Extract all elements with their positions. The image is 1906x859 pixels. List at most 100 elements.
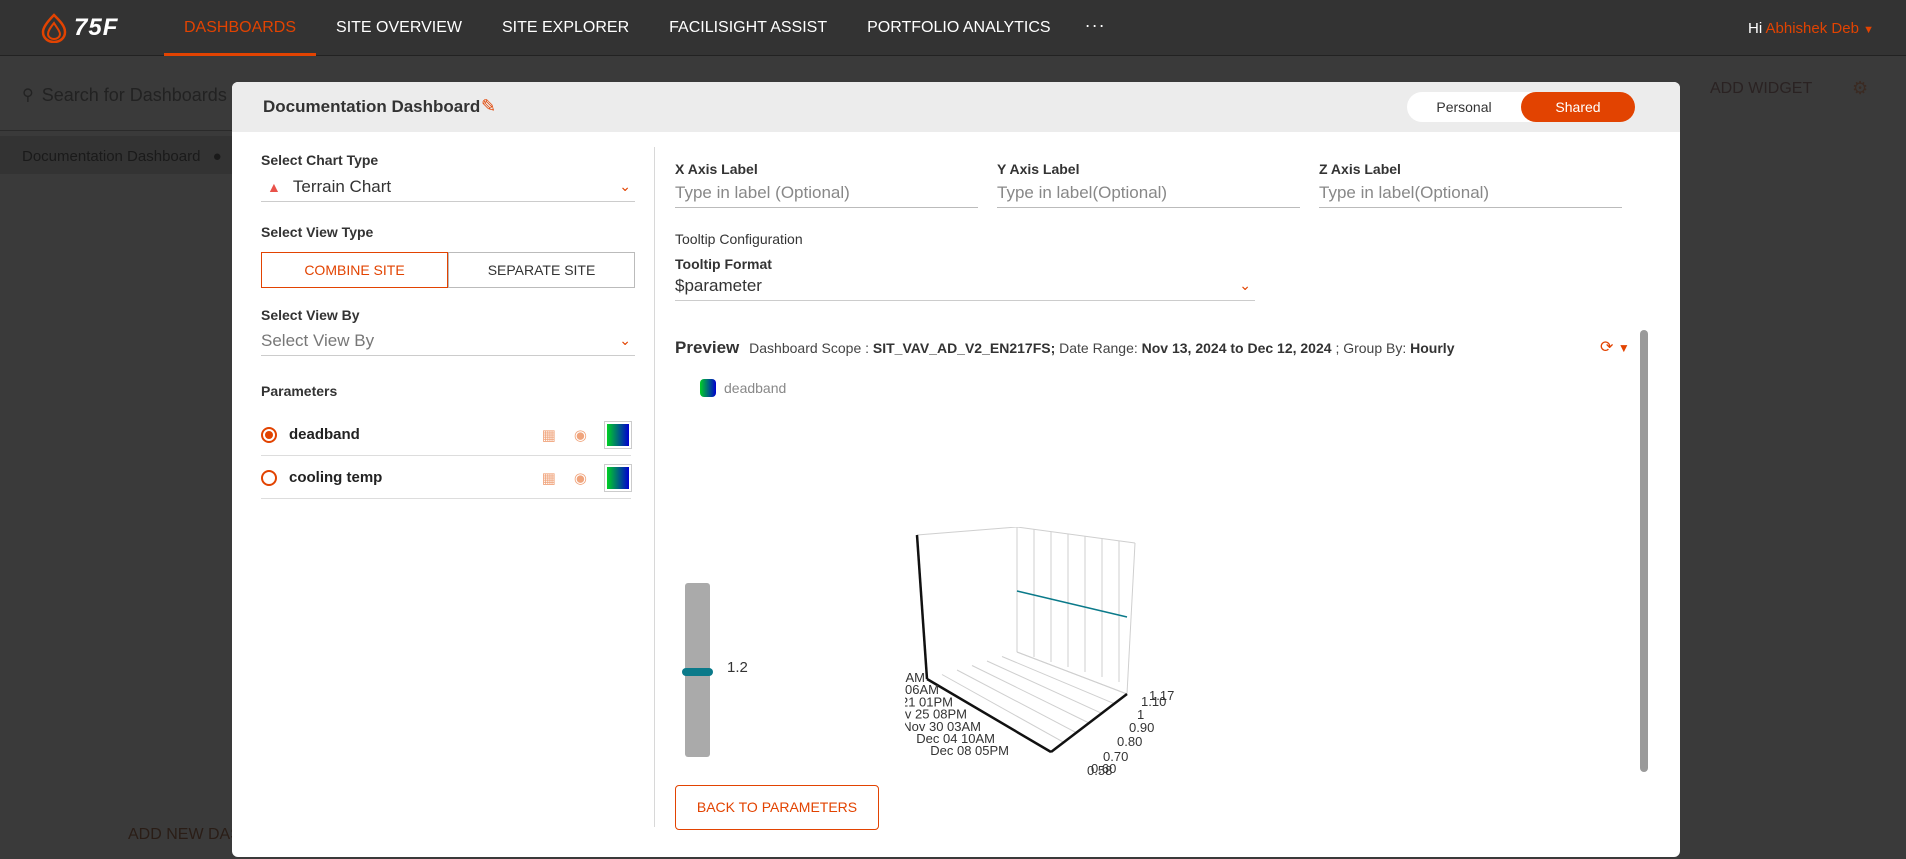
chart-type-select[interactable]: ▲ Terrain Chart ⌄ — [261, 172, 635, 202]
color-swatch[interactable] — [605, 421, 631, 448]
user-icon: ● — [212, 148, 222, 165]
terrain-chart: Nov 13 12AMNov 17 06AMNov 21 01PMNov 25 … — [905, 527, 1174, 778]
refresh-icon[interactable]: ⟳ ▼ — [1600, 337, 1630, 357]
add-widget-button[interactable]: ADD WIDGET — [1710, 80, 1812, 98]
preview-summary: Preview Dashboard Scope : SIT_VAV_AD_V2_… — [675, 338, 1454, 358]
search-icon: ⚲ — [22, 87, 34, 104]
greeting-text: Hi — [1748, 20, 1763, 37]
range-label: Date Range: — [1059, 340, 1138, 356]
y-axis-label: Y Axis Label — [997, 161, 1080, 177]
edit-widget-modal: Documentation Dashboard ✎ Personal Share… — [232, 82, 1680, 857]
slider-value: 1.2 — [727, 659, 748, 676]
wall-edge — [1126, 542, 1136, 695]
x-axis-placeholder: Type in label (Optional) — [675, 182, 850, 202]
chart-type-value: Terrain Chart — [292, 176, 392, 196]
user-name: Abhishek Deb — [1765, 20, 1859, 37]
chart-type-label: Select Chart Type — [261, 152, 379, 168]
modal-header: Documentation Dashboard ✎ Personal Share… — [232, 82, 1680, 132]
parameter-radio[interactable] — [261, 426, 277, 443]
x-axis-input[interactable]: Type in label (Optional) — [675, 178, 978, 208]
floor-gridline — [986, 660, 1102, 714]
preview-title: Preview — [675, 338, 740, 357]
chevron-down-icon: ▼ — [1863, 24, 1874, 36]
calculator-icon[interactable]: ▦ — [542, 469, 556, 487]
range-separator: ; — [1335, 340, 1340, 356]
calculator-icon[interactable]: ▦ — [542, 426, 556, 444]
chart-legend[interactable]: deadband — [700, 379, 786, 397]
user-menu[interactable]: Hi Abhishek Deb ▼ — [1748, 0, 1874, 56]
z-axis-label: Z Axis Label — [1319, 161, 1401, 177]
z-slider[interactable] — [682, 583, 713, 757]
z-axis-input[interactable]: Type in label(Optional) — [1319, 178, 1622, 208]
pencil-edit-icon[interactable]: ✎ — [481, 96, 496, 117]
view-type-segmented: COMBINE SITE SEPARATE SITE — [261, 252, 635, 288]
y-axis-input[interactable]: Type in label(Optional) — [997, 178, 1300, 208]
y-tick-label: 0.70 — [1103, 749, 1128, 764]
toggle-personal[interactable]: Personal — [1407, 92, 1521, 122]
group-value: Hourly — [1410, 340, 1455, 356]
y-axis-placeholder: Type in label(Optional) — [997, 182, 1168, 202]
chart-preview-panel: X Axis Label Type in label (Optional) Y … — [675, 147, 1665, 837]
x-tick-label: Dec 08 05PM — [930, 743, 1009, 758]
y-tick-label: 1 — [1137, 707, 1144, 722]
parameter-row[interactable]: cooling temp ▦ ◉ — [261, 457, 631, 499]
modal-title: Documentation Dashboard — [263, 97, 481, 116]
nav-facilisight-assist[interactable]: FACILISIGHT ASSIST — [649, 0, 847, 56]
separate-site-button[interactable]: SEPARATE SITE — [448, 252, 635, 288]
group-label: Group By: — [1343, 340, 1407, 356]
combine-site-button[interactable]: COMBINE SITE — [261, 252, 448, 288]
wall-edge — [1016, 527, 1136, 544]
nav-site-overview[interactable]: SITE OVERVIEW — [316, 0, 482, 56]
logo-text: 75F — [74, 14, 119, 41]
z-axis-placeholder: Type in label(Optional) — [1319, 182, 1490, 202]
sidebar-item-documentation-dashboard[interactable]: Documentation Dashboard ● — [0, 136, 235, 174]
parameter-name: cooling temp — [289, 469, 383, 486]
tooltip-format-select[interactable]: $parameter ⌄ — [675, 271, 1255, 301]
nav-portfolio-analytics[interactable]: PORTFOLIO ANALYTICS — [847, 0, 1070, 56]
scope-label: Dashboard Scope : — [749, 340, 870, 356]
view-by-select[interactable]: Select View By ⌄ — [261, 326, 635, 356]
chevron-down-icon[interactable]: ▼ — [1618, 341, 1630, 355]
preview-scrollbar[interactable] — [1640, 330, 1648, 772]
search-underline — [0, 130, 235, 131]
nav-site-explorer[interactable]: SITE EXPLORER — [482, 0, 649, 56]
eye-icon[interactable]: ◉ — [574, 426, 587, 444]
dashboard-search[interactable]: ⚲ Search for Dashboards — [22, 80, 232, 110]
x-axis-label: X Axis Label — [675, 161, 758, 177]
range-value: Nov 13, 2024 to Dec 12, 2024 — [1141, 340, 1332, 356]
scope-value: SIT_VAV_AD_V2_EN217FS; — [872, 340, 1056, 356]
parameter-name: deadband — [289, 426, 360, 443]
gear-icon[interactable]: ⚙ — [1852, 78, 1868, 99]
parameter-row[interactable]: deadband ▦ ◉ — [261, 414, 631, 456]
back-to-parameters-button[interactable]: BACK TO PARAMETERS — [675, 785, 879, 830]
more-menu-icon[interactable]: ··· — [1071, 0, 1120, 56]
tooltip-format-label: Tooltip Format — [675, 256, 772, 272]
chevron-down-icon: ⌄ — [619, 332, 631, 348]
view-type-label: Select View Type — [261, 224, 374, 240]
parameter-radio[interactable] — [261, 469, 277, 486]
panel-divider — [654, 147, 655, 827]
tooltip-format-value: $parameter — [675, 275, 762, 295]
color-swatch[interactable] — [605, 464, 631, 491]
brand-logo[interactable]: 75F — [40, 12, 130, 44]
y-tick-label: 0.90 — [1129, 720, 1154, 735]
toggle-shared[interactable]: Shared — [1521, 92, 1635, 122]
legend-swatch — [700, 379, 716, 397]
y-tick-label: 1.17 — [1149, 688, 1174, 703]
personal-shared-toggle[interactable]: Personal Shared — [1407, 92, 1635, 122]
view-by-label: Select View By — [261, 307, 360, 323]
terrain-chart-icon: ▲ — [267, 178, 281, 195]
slider-handle[interactable] — [682, 668, 713, 676]
flame-logo-icon — [41, 13, 67, 43]
tooltip-config-heading: Tooltip Configuration — [675, 231, 803, 247]
nav-dashboards[interactable]: DASHBOARDS — [164, 0, 317, 56]
view-by-placeholder: Select View By — [261, 330, 375, 350]
parameters-label: Parameters — [261, 383, 338, 399]
wall-edge — [916, 527, 1018, 536]
chevron-down-icon: ⌄ — [1239, 277, 1251, 293]
top-nav-bar: 75F DASHBOARDS SITE OVERVIEW SITE EXPLOR… — [0, 0, 1906, 56]
floor-gridline — [1001, 656, 1115, 705]
eye-icon[interactable]: ◉ — [574, 469, 587, 487]
main-nav: DASHBOARDS SITE OVERVIEW SITE EXPLORER F… — [164, 0, 1120, 56]
chevron-down-icon: ⌄ — [619, 178, 631, 194]
